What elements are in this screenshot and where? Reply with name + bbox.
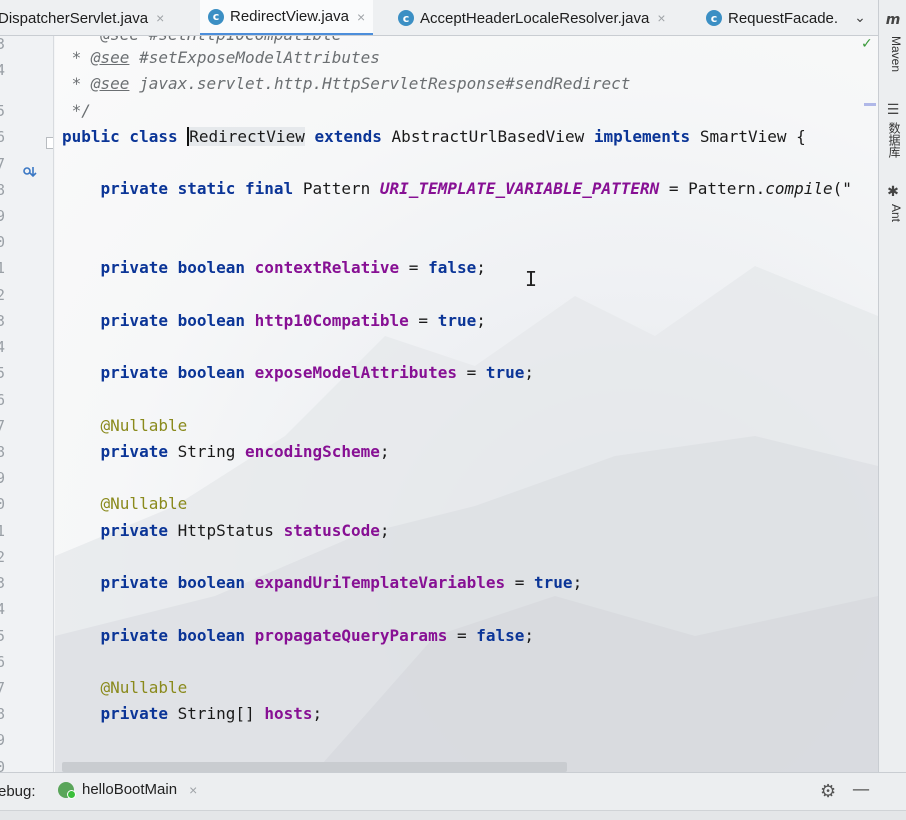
code-line: private String encodingScheme; bbox=[100, 442, 390, 461]
line-number: 8 bbox=[0, 180, 5, 200]
debug-tool-window-header: ebug: helloBootMain × ⚙ — bbox=[0, 772, 906, 810]
tab-close-icon[interactable]: × bbox=[657, 10, 665, 26]
line-number: 0 bbox=[0, 232, 5, 252]
line-number: 4 bbox=[0, 337, 5, 357]
class-icon: c bbox=[706, 10, 722, 26]
code-line: private boolean exposeModelAttributes = … bbox=[100, 363, 535, 382]
line-number: 2 bbox=[0, 547, 5, 567]
ant-tool-button[interactable]: Ant bbox=[883, 204, 903, 222]
text-cursor-icon: I bbox=[525, 267, 538, 291]
tab-label: RedirectView.java bbox=[230, 8, 349, 25]
fold-marker-icon[interactable] bbox=[46, 137, 53, 149]
code-line: @Nullable bbox=[100, 494, 188, 513]
line-number: 3 bbox=[0, 36, 5, 54]
maven-icon: m bbox=[885, 12, 901, 28]
tab-label: DispatcherServlet.java bbox=[0, 9, 149, 27]
spring-boot-icon bbox=[58, 781, 76, 799]
code-line: private boolean propagateQueryParams = f… bbox=[100, 626, 535, 645]
line-number: 5 bbox=[0, 101, 5, 121]
database-tool-button[interactable]: 数据库 bbox=[883, 122, 903, 158]
right-tool-window-strip: m Maven ☰ 数据库 ✱ Ant bbox=[878, 0, 906, 772]
code-line: private HttpStatus statusCode; bbox=[100, 521, 390, 540]
line-number: 5 bbox=[0, 363, 5, 383]
line-number: 9 bbox=[0, 206, 5, 226]
close-icon[interactable]: × bbox=[189, 782, 197, 798]
code-line: private boolean expandUriTemplateVariabl… bbox=[100, 573, 583, 592]
editor-tab-bar: DispatcherServlet.java × c RedirectView.… bbox=[0, 0, 878, 36]
code-line-class-declaration: public class RedirectView extends Abstra… bbox=[62, 127, 806, 146]
inspection-ok-icon[interactable]: ✓ bbox=[861, 36, 873, 52]
tab-dispatcherservlet[interactable]: DispatcherServlet.java × bbox=[0, 0, 164, 35]
minimize-icon[interactable]: — bbox=[852, 779, 870, 800]
gear-icon[interactable]: ⚙ bbox=[820, 781, 836, 802]
tab-requestfacade[interactable]: c RequestFacade. bbox=[706, 0, 839, 35]
ant-icon: ✱ bbox=[887, 184, 899, 200]
class-icon: c bbox=[398, 10, 414, 26]
line-number: 1 bbox=[0, 258, 5, 278]
line-number: 6 bbox=[0, 390, 5, 410]
line-number: 8 bbox=[0, 704, 5, 724]
tab-acceptheaderlocaleresolver[interactable]: c AcceptHeaderLocaleResolver.java × bbox=[398, 0, 666, 35]
tab-redirectview[interactable]: c RedirectView.java × bbox=[200, 0, 374, 35]
scroll-marker[interactable] bbox=[864, 103, 876, 106]
tab-close-icon[interactable]: × bbox=[357, 9, 365, 25]
tab-close-icon[interactable]: × bbox=[156, 10, 164, 26]
line-number: 7 bbox=[0, 678, 5, 698]
line-number: 6 bbox=[0, 652, 5, 672]
horizontal-scrollbar[interactable] bbox=[62, 762, 567, 772]
code-line: * @see #setExposeModelAttributes bbox=[62, 48, 380, 67]
line-number: 8 bbox=[0, 442, 5, 462]
line-number-gutter: 3 4 5 6 7 8 9 0 1 2 3 4 5 6 7 8 9 0 1 2 … bbox=[0, 36, 54, 772]
debug-toolbar-strip bbox=[0, 810, 906, 820]
line-number: 0 bbox=[0, 757, 5, 772]
line-number: 9 bbox=[0, 468, 5, 488]
code-editor[interactable]: * @see #setHttp10Compatible * @see #setE… bbox=[55, 36, 878, 772]
code-line: * @see javax.servlet.http.HttpServletRes… bbox=[62, 74, 631, 93]
line-number: 7 bbox=[0, 416, 5, 436]
chevron-down-icon[interactable]: ⌄ bbox=[850, 8, 870, 28]
class-name-highlight: RedirectView bbox=[187, 127, 305, 146]
line-number: 4 bbox=[0, 60, 5, 80]
override-gutter-icon[interactable] bbox=[22, 164, 38, 180]
line-number: 0 bbox=[0, 494, 5, 514]
tab-label: AcceptHeaderLocaleResolver.java bbox=[420, 9, 650, 27]
code-line: private boolean contextRelative = false; bbox=[100, 258, 486, 277]
code-line: private String[] hosts; bbox=[100, 704, 323, 723]
run-config-tab[interactable]: helloBootMain × bbox=[58, 781, 197, 799]
line-number: 6 bbox=[0, 127, 5, 147]
line-number: 9 bbox=[0, 730, 5, 750]
code-line: private boolean http10Compatible = true; bbox=[100, 311, 486, 330]
line-number: 7 bbox=[0, 154, 5, 174]
code-line: @Nullable bbox=[100, 678, 188, 697]
line-number: 1 bbox=[0, 521, 5, 541]
line-number: 5 bbox=[0, 626, 5, 646]
line-number: 4 bbox=[0, 599, 5, 619]
maven-tool-button[interactable]: Maven bbox=[883, 36, 903, 72]
line-number: 3 bbox=[0, 573, 5, 593]
class-icon: c bbox=[208, 8, 224, 25]
debug-label: ebug: bbox=[0, 783, 36, 800]
code-line: * @see #setHttp10Compatible bbox=[62, 36, 341, 46]
line-number: 3 bbox=[0, 311, 5, 331]
code-line: @Nullable bbox=[100, 416, 188, 435]
code-line: */ bbox=[71, 101, 91, 120]
run-config-label: helloBootMain bbox=[82, 781, 178, 798]
tab-label: RequestFacade. bbox=[728, 9, 839, 27]
line-number: 2 bbox=[0, 285, 5, 305]
database-icon: ☰ bbox=[886, 102, 900, 118]
code-line: private static final Pattern URI_TEMPLAT… bbox=[100, 179, 852, 198]
